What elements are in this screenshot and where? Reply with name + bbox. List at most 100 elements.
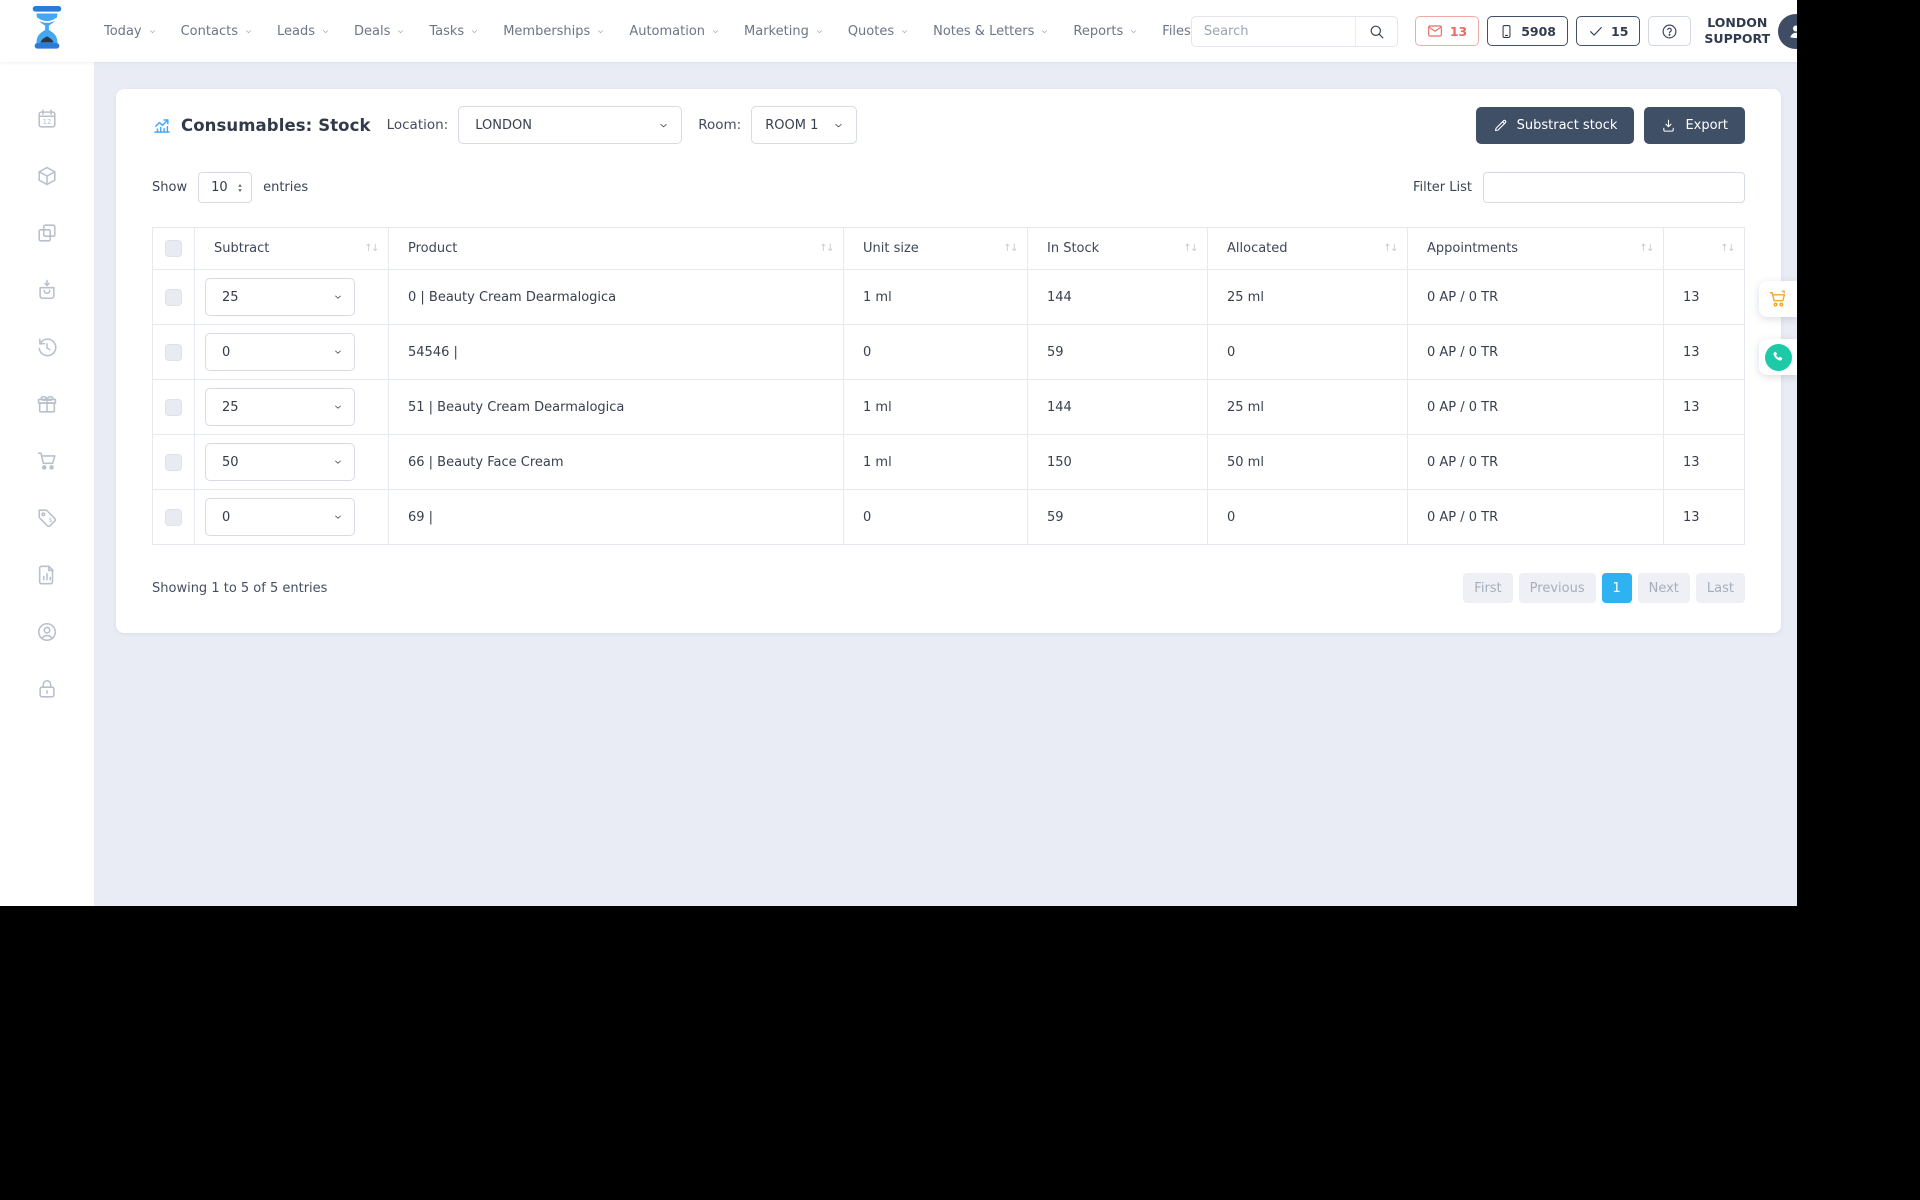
envelope-icon (1427, 23, 1443, 39)
nav-item-label: Notes & Letters (933, 23, 1035, 39)
row-checkbox[interactable] (165, 343, 182, 361)
product-cell: 66 | Beauty Face Cream (388, 434, 844, 490)
nav-item-leads[interactable]: Leads (277, 24, 330, 39)
room-value: ROOM 1 (765, 117, 819, 133)
nav-item-label: Memberships (503, 23, 591, 39)
cart-float-button[interactable] (1759, 281, 1797, 317)
column-header-allocated[interactable]: Allocated ↑↓ (1207, 227, 1408, 270)
search-input[interactable] (1191, 23, 1355, 39)
subtract-stock-button[interactable]: Substract stock (1475, 106, 1635, 144)
app-logo[interactable] (28, 5, 66, 57)
sidebar-item-reports[interactable] (36, 564, 58, 586)
nav-item-label: Files (1162, 23, 1191, 39)
nav-item-files[interactable]: Files (1162, 24, 1191, 39)
search-button[interactable] (1354, 16, 1397, 46)
sidebar-item-products[interactable] (36, 165, 58, 187)
row-checkbox[interactable] (165, 398, 182, 416)
pagination-next[interactable]: Next (1637, 573, 1690, 603)
location-select[interactable]: LONDON (458, 106, 683, 144)
subtract-select[interactable]: 25 (205, 388, 355, 426)
column-header-in-stock[interactable]: In Stock ↑↓ (1027, 227, 1208, 270)
messages-badge[interactable]: 13 (1414, 16, 1480, 46)
nav-item-notes-letters[interactable]: Notes & Letters (933, 24, 1049, 39)
nav-item-label: Contacts (180, 23, 238, 39)
sort-icon: ↑↓ (1183, 243, 1198, 254)
subtract-cell: 25 (194, 269, 389, 325)
in-stock-cell: 59 (1027, 324, 1208, 380)
phone-circle (1764, 343, 1792, 371)
chevron-down-icon (1040, 27, 1049, 36)
svg-text:$: $ (48, 516, 52, 524)
nav-item-reports[interactable]: Reports (1073, 24, 1138, 39)
nav-item-today[interactable]: Today (104, 24, 157, 39)
user-name: LONDON SUPPORT (1704, 14, 1771, 46)
help-button[interactable] (1648, 16, 1692, 46)
product-cell: 51 | Beauty Cream Dearmalogica (388, 379, 844, 435)
row-checkbox[interactable] (165, 453, 182, 471)
cart-icon (36, 450, 58, 472)
subtract-select-value: 25 (222, 289, 239, 305)
subtract-select-value: 0 (222, 509, 231, 525)
sidebar-item-pricing[interactable]: $ (36, 507, 58, 529)
nav-item-automation[interactable]: Automation (629, 24, 720, 39)
nav-item-quotes[interactable]: Quotes (848, 24, 909, 39)
sort-icon: ↑↓ (364, 243, 379, 254)
appointments-cell: 0 AP / 0 TR (1407, 489, 1664, 545)
chevron-down-icon (596, 27, 605, 36)
column-header-blank[interactable]: ↑↓ (1663, 227, 1745, 270)
column-header-unit-size[interactable]: Unit size ↑↓ (843, 227, 1028, 270)
sidebar-item-purchases[interactable] (36, 450, 58, 472)
phone-float-button[interactable] (1759, 339, 1797, 375)
table-footer: Showing 1 to 5 of 5 entries First Previou… (152, 573, 1745, 603)
main-nav: Today Contacts Leads Deals Tasks Memberships A… (104, 24, 1191, 39)
sidebar-item-accounts[interactable] (36, 621, 58, 643)
allocated-cell: 0 (1207, 489, 1408, 545)
sidebar-item-security[interactable] (36, 678, 58, 700)
subtract-select[interactable]: 0 (205, 333, 355, 371)
mobile-icon (1499, 24, 1514, 39)
avatar[interactable] (1778, 13, 1797, 49)
subtract-select[interactable]: 25 (205, 278, 355, 316)
pagination-1[interactable]: 1 (1601, 573, 1632, 603)
nav-item-contacts[interactable]: Contacts (181, 24, 253, 39)
filter-input[interactable] (1483, 172, 1745, 203)
sidebar-item-packages[interactable] (36, 393, 58, 415)
subtract-select[interactable]: 50 (205, 443, 355, 481)
sort-icon: ↑↓ (1383, 243, 1398, 254)
sidebar-item-calendar[interactable]: 12 (36, 108, 58, 130)
nav-item-memberships[interactable]: Memberships (503, 24, 605, 39)
entries-label: entries (263, 180, 309, 195)
nav-item-tasks[interactable]: Tasks (429, 24, 479, 39)
select-all-checkbox[interactable] (165, 240, 182, 257)
tasks-count: 15 (1611, 23, 1629, 39)
nav-item-marketing[interactable]: Marketing (744, 24, 824, 39)
sidebar-item-history[interactable] (36, 336, 58, 358)
pagination-first[interactable]: First (1463, 573, 1513, 603)
sidebar-item-stock-receive[interactable] (36, 279, 58, 301)
column-header-subtract[interactable]: Subtract ↑↓ (194, 227, 389, 270)
pagination-last[interactable]: Last (1695, 573, 1745, 603)
phone-badge[interactable]: 5908 (1487, 16, 1569, 46)
export-button[interactable]: Export (1644, 106, 1745, 144)
room-select[interactable]: ROOM 1 (751, 106, 858, 144)
tasks-badge[interactable]: 15 (1576, 16, 1641, 46)
phone-icon (1771, 350, 1785, 364)
pagination-previous[interactable]: Previous (1518, 573, 1596, 603)
show-label: Show (152, 180, 188, 195)
row-checkbox[interactable] (165, 288, 182, 306)
show-entries-input[interactable]: 10 (198, 172, 253, 203)
table-header: Subtract ↑↓ Product ↑↓ Unit size ↑↓ In Stock ↑↓… (152, 227, 1745, 270)
column-label: Allocated (1227, 241, 1288, 256)
subtract-select[interactable]: 0 (205, 498, 355, 536)
column-header-product[interactable]: Product ↑↓ (388, 227, 844, 270)
sidebar: 12 $ (0, 62, 94, 906)
sidebar-item-duplicates[interactable] (36, 222, 58, 244)
nav-item-deals[interactable]: Deals (354, 24, 405, 39)
filter-label: Filter List (1412, 180, 1472, 195)
app-window: Today Contacts Leads Deals Tasks Memberships A… (0, 0, 1797, 906)
person-icon (1786, 21, 1797, 41)
row-checkbox[interactable] (165, 508, 182, 526)
subtract-select-value: 50 (222, 454, 239, 470)
column-header-appointments[interactable]: Appointments ↑↓ (1407, 227, 1664, 270)
nav-item-label: Marketing (744, 23, 809, 39)
